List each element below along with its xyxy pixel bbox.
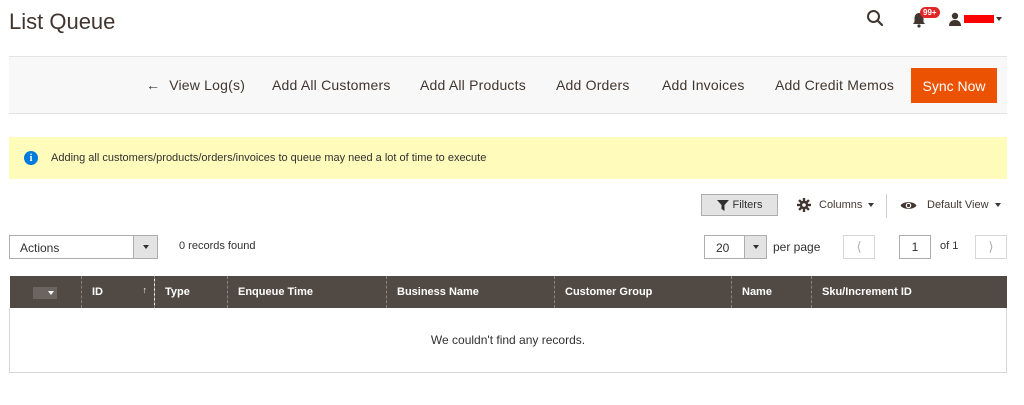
header-actions: 99+ xyxy=(866,7,1002,30)
queue-grid: ID ↑ Type Enqueue Time Business Name Cus… xyxy=(9,276,1007,373)
empty-row: We couldn't find any records. xyxy=(9,308,1007,373)
mass-select-header xyxy=(9,276,82,308)
page-number-input[interactable]: 1 xyxy=(899,235,931,259)
default-view-label: Default View xyxy=(927,199,989,211)
mass-select-checkbox[interactable] xyxy=(33,286,58,299)
sync-now-button[interactable]: Sync Now xyxy=(911,68,997,103)
per-page-select[interactable]: 20 xyxy=(704,235,767,259)
add-all-customers-button[interactable]: Add All Customers xyxy=(272,77,391,93)
dropdown-arrow-icon xyxy=(744,236,766,258)
notifications-bell[interactable]: 99+ xyxy=(912,7,940,29)
previous-page-button[interactable]: ⟨ xyxy=(843,235,875,259)
filters-button[interactable]: Filters xyxy=(701,194,778,216)
column-header-business-name[interactable]: Business Name xyxy=(386,276,555,308)
user-icon xyxy=(949,12,961,26)
grid-header-row: ID ↑ Type Enqueue Time Business Name Cus… xyxy=(9,276,1007,308)
search-icon[interactable] xyxy=(866,9,886,29)
info-icon: i xyxy=(24,151,38,165)
notification-count-badge: 99+ xyxy=(920,7,940,18)
notice-text: Adding all customers/products/orders/inv… xyxy=(51,152,487,164)
column-header-id[interactable]: ID ↑ xyxy=(81,276,155,308)
chevron-right-icon: ⟩ xyxy=(988,239,994,254)
per-page-label: per page xyxy=(773,240,821,254)
page-title: List Queue xyxy=(9,9,116,34)
eye-icon xyxy=(900,201,917,209)
chevron-down-icon xyxy=(994,203,1001,207)
column-header-customer-group[interactable]: Customer Group xyxy=(554,276,732,308)
columns-label: Columns xyxy=(819,199,863,211)
actions-label: Actions xyxy=(20,241,60,255)
records-count: 0 records found xyxy=(179,240,256,252)
default-view-dropdown[interactable]: Default View xyxy=(900,199,1001,211)
sort-asc-icon: ↑ xyxy=(142,285,148,295)
column-header-enqueue-time[interactable]: Enqueue Time xyxy=(227,276,387,308)
add-credit-memos-button[interactable]: Add Credit Memos xyxy=(775,77,894,93)
column-header-name[interactable]: Name xyxy=(731,276,812,308)
columns-dropdown[interactable]: Columns xyxy=(797,198,875,212)
add-all-products-button[interactable]: Add All Products xyxy=(420,77,526,93)
filter-icon xyxy=(716,199,729,211)
view-logs-button[interactable]: ← View Log(s) xyxy=(146,77,245,93)
empty-message: We couldn't find any records. xyxy=(9,308,1007,373)
chevron-down-icon xyxy=(868,203,875,207)
chevron-down-icon xyxy=(996,17,1002,21)
chevron-down-icon xyxy=(48,290,55,295)
view-logs-label: View Log(s) xyxy=(169,77,246,93)
column-header-type[interactable]: Type xyxy=(154,276,228,308)
add-invoices-button[interactable]: Add Invoices xyxy=(662,77,745,93)
column-label: ID xyxy=(92,286,103,298)
gear-icon xyxy=(797,198,811,212)
info-notice: i Adding all customers/products/orders/i… xyxy=(9,137,1007,179)
per-page-value: 20 xyxy=(716,241,730,255)
divider xyxy=(886,194,887,218)
filters-label: Filters xyxy=(732,199,763,211)
mass-actions-select[interactable]: Actions xyxy=(9,235,158,259)
column-header-sku-increment-id[interactable]: Sku/Increment ID xyxy=(811,276,1007,308)
dropdown-arrow-icon xyxy=(133,236,157,258)
next-page-button[interactable]: ⟩ xyxy=(975,235,1007,259)
page-actions-toolbar: ← View Log(s) Add All Customers Add All P… xyxy=(9,56,1007,114)
page-total: of 1 xyxy=(940,240,959,252)
add-orders-button[interactable]: Add Orders xyxy=(556,77,630,93)
back-arrow-icon: ← xyxy=(146,77,161,93)
user-account-menu[interactable] xyxy=(948,12,1002,26)
username-redacted xyxy=(964,15,994,23)
chevron-left-icon: ⟨ xyxy=(856,239,862,254)
